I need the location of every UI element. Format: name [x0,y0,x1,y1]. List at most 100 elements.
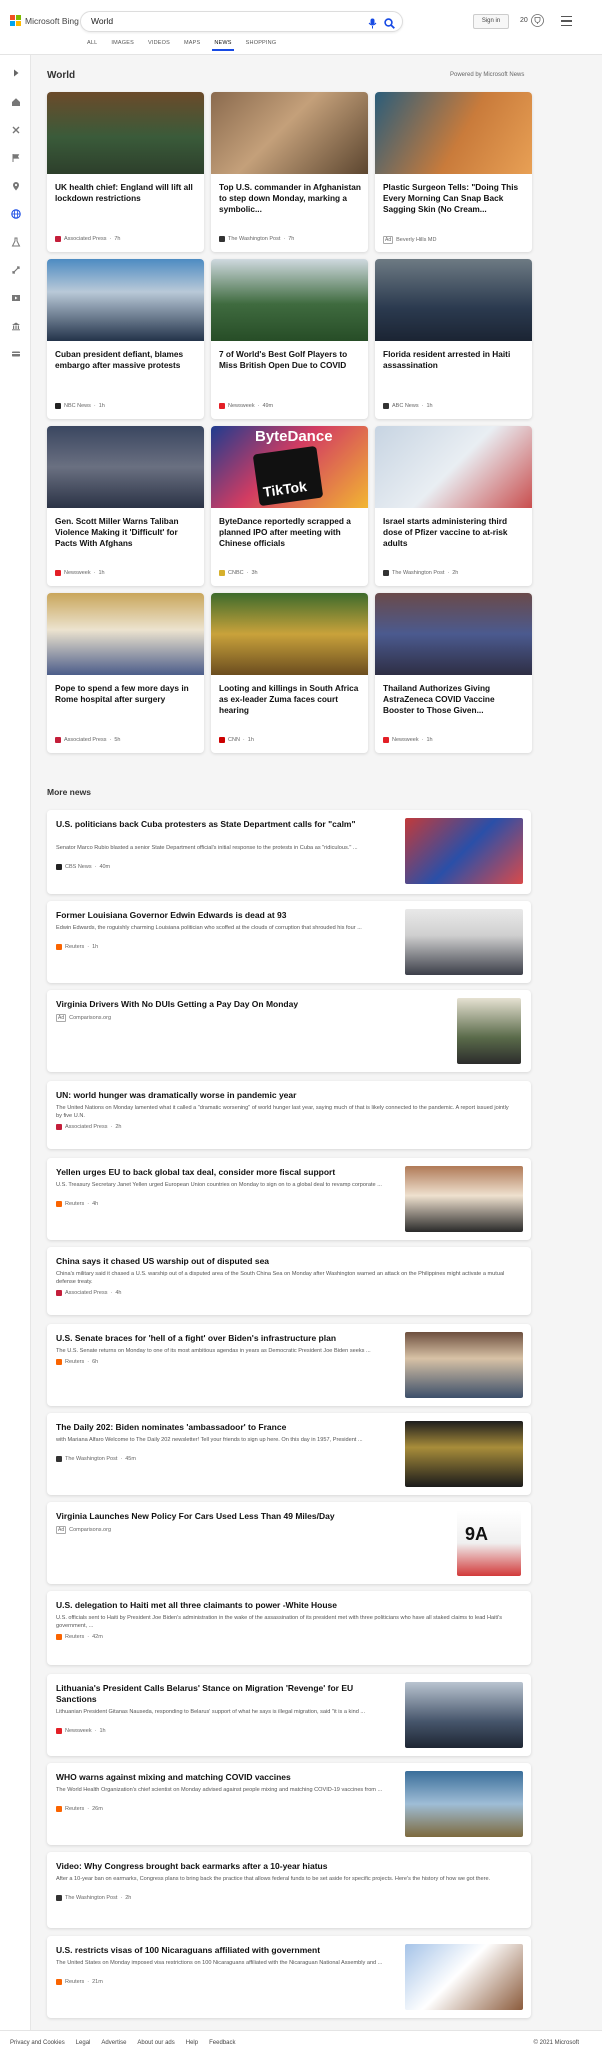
news-thumbnail[interactable] [375,259,532,341]
news-thumbnail[interactable] [211,92,368,174]
news-card[interactable]: Cuban president defiant, blames embargo … [47,259,204,419]
news-card-title[interactable]: Pope to spend a few more days in Rome ho… [55,683,197,705]
news-card-title[interactable]: ByteDance reportedly scrapped a planned … [219,516,361,549]
search-input[interactable] [91,16,351,26]
news-card[interactable]: Pope to spend a few more days in Rome ho… [47,593,204,753]
news-card-title[interactable]: Cuban president defiant, blames embargo … [55,349,197,371]
business-icon[interactable] [10,320,21,331]
news-row-thumbnail[interactable] [405,909,523,975]
news-row-title[interactable]: U.S. restricts visas of 100 Nicaraguans … [56,1945,396,1956]
news-thumbnail[interactable] [47,259,204,341]
tab-shopping[interactable]: SHOPPING [239,40,284,51]
news-card[interactable]: Plastic Surgeon Tells: "Doing This Every… [375,92,532,252]
news-card[interactable]: Israel starts administering third dose o… [375,426,532,586]
news-row[interactable]: U.S. politicians back Cuba protesters as… [47,810,531,894]
news-card-title[interactable]: 7 of World's Best Golf Players to Miss B… [219,349,361,371]
news-row-title[interactable]: China says it chased US warship out of d… [56,1256,516,1267]
news-card-title[interactable]: Gen. Scott Miller Warns Taliban Violence… [55,516,197,549]
tab-videos[interactable]: VIDEOS [141,40,177,51]
privacy-link[interactable]: Privacy and Cookies [10,2040,65,2046]
news-row-title[interactable]: U.S. delegation to Haiti met all three c… [56,1600,516,1611]
news-thumbnail[interactable] [211,259,368,341]
news-row[interactable]: Virginia Launches New Policy For Cars Us… [47,1502,531,1584]
help-link[interactable]: Help [186,2040,198,2046]
news-row-thumbnail[interactable]: 9A [457,1510,521,1576]
flag-icon[interactable] [10,152,21,163]
news-row-thumbnail[interactable] [405,1332,523,1398]
rewards-trophy-icon[interactable] [531,14,544,32]
news-row[interactable]: U.S. Senate braces for 'hell of a fight'… [47,1324,531,1406]
news-row[interactable]: China says it chased US warship out of d… [47,1247,531,1315]
search-box[interactable] [80,11,403,32]
news-row[interactable]: Lithuania's President Calls Belarus' Sta… [47,1674,531,1756]
news-row[interactable]: WHO warns against mixing and matching CO… [47,1763,531,1845]
news-row-title[interactable]: Lithuania's President Calls Belarus' Sta… [56,1683,396,1705]
news-row[interactable]: UN: world hunger was dramatically worse … [47,1081,531,1149]
news-thumbnail[interactable] [375,593,532,675]
news-thumbnail[interactable] [375,426,532,508]
news-card-title[interactable]: Plastic Surgeon Tells: "Doing This Every… [383,182,525,215]
news-row-thumbnail[interactable] [405,1421,523,1487]
news-row-title[interactable]: Yellen urges EU to back global tax deal,… [56,1167,396,1178]
news-card[interactable]: ByteDance TikTok ByteDance reportedly sc… [211,426,368,586]
news-card[interactable]: Thailand Authorizes Giving AstraZeneca C… [375,593,532,753]
news-card[interactable]: Gen. Scott Miller Warns Taliban Violence… [47,426,204,586]
news-row-thumbnail[interactable] [405,818,523,884]
advertise-link[interactable]: Advertise [101,2040,126,2046]
news-card[interactable]: Florida resident arrested in Haiti assas… [375,259,532,419]
feedback-link[interactable]: Feedback [209,2040,235,2046]
expand-rail-icon[interactable] [10,67,21,78]
news-row-title[interactable]: Virginia Drivers With No DUIs Getting a … [56,999,416,1010]
sign-in-button[interactable]: Sign in [473,14,509,29]
bing-logo[interactable]: Microsoft Bing [10,15,79,26]
news-card-title[interactable]: Thailand Authorizes Giving AstraZeneca C… [383,683,525,716]
news-row-thumbnail[interactable] [457,998,521,1064]
news-card[interactable]: Top U.S. commander in Afghanistan to ste… [211,92,368,252]
news-row[interactable]: The Daily 202: Biden nominates 'ambassad… [47,1413,531,1495]
news-row-title[interactable]: Former Louisiana Governor Edwin Edwards … [56,910,396,921]
technology-icon[interactable] [10,264,21,275]
news-card-title[interactable]: UK health chief: England will lift all l… [55,182,197,204]
news-row[interactable]: Video: Why Congress brought back earmark… [47,1852,531,1928]
news-card-title[interactable]: Looting and killings in South Africa as … [219,683,361,716]
legal-link[interactable]: Legal [76,2040,91,2046]
news-row-title[interactable]: Virginia Launches New Policy For Cars Us… [56,1511,416,1522]
news-row-thumbnail[interactable] [405,1682,523,1748]
local-pin-icon[interactable] [10,180,21,191]
news-row[interactable]: U.S. restricts visas of 100 Nicaraguans … [47,1936,531,2018]
world-globe-icon[interactable] [10,208,21,219]
news-thumbnail[interactable] [375,92,532,174]
news-card[interactable]: Looting and killings in South Africa as … [211,593,368,753]
news-thumbnail[interactable]: ByteDance TikTok [211,426,368,508]
news-card[interactable]: 7 of World's Best Golf Players to Miss B… [211,259,368,419]
news-row-title[interactable]: U.S. Senate braces for 'hell of a fight'… [56,1333,396,1344]
news-card-title[interactable]: Top U.S. commander in Afghanistan to ste… [219,182,361,215]
rewards-points[interactable]: 20 [520,17,528,24]
news-thumbnail[interactable] [47,593,204,675]
tab-all[interactable]: ALL [80,40,104,51]
news-card[interactable]: UK health chief: England will lift all l… [47,92,204,252]
news-row-thumbnail[interactable] [405,1944,523,2010]
home-icon[interactable] [10,96,21,107]
news-row[interactable]: U.S. delegation to Haiti met all three c… [47,1591,531,1665]
science-icon[interactable] [10,236,21,247]
search-icon[interactable] [384,16,395,34]
news-row-title[interactable]: WHO warns against mixing and matching CO… [56,1772,396,1783]
entertainment-icon[interactable] [10,292,21,303]
menu-icon[interactable] [561,16,572,29]
news-row-title[interactable]: UN: world hunger was dramatically worse … [56,1090,516,1101]
news-card-title[interactable]: Israel starts administering third dose o… [383,516,525,549]
news-row-title[interactable]: The Daily 202: Biden nominates 'ambassad… [56,1422,396,1433]
tab-maps[interactable]: MAPS [177,40,207,51]
news-row-thumbnail[interactable] [405,1771,523,1837]
money-icon[interactable] [10,348,21,359]
tab-images[interactable]: IMAGES [104,40,141,51]
news-thumbnail[interactable] [47,426,204,508]
news-row[interactable]: Yellen urges EU to back global tax deal,… [47,1158,531,1240]
news-card-title[interactable]: Florida resident arrested in Haiti assas… [383,349,525,371]
tools-icon[interactable] [10,124,21,135]
news-thumbnail[interactable] [47,92,204,174]
microphone-icon[interactable] [368,16,377,34]
news-thumbnail[interactable] [211,593,368,675]
news-row[interactable]: Former Louisiana Governor Edwin Edwards … [47,901,531,983]
